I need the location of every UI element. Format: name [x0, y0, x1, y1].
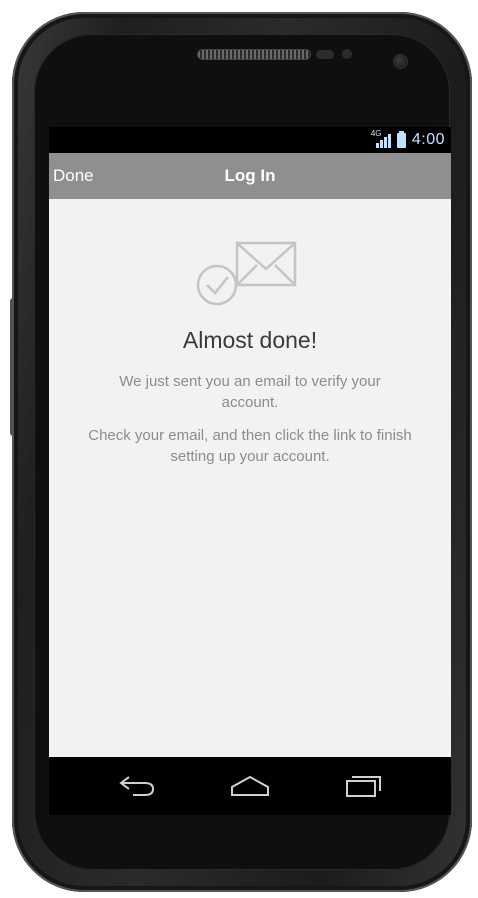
app-screen: 4G 4:00 Log In Done Almost done! We just… [49, 127, 451, 757]
home-button[interactable] [228, 769, 272, 803]
device-frame: 4G 4:00 Log In Done Almost done! We just… [0, 0, 478, 898]
confirmation-heading: Almost done! [182, 327, 318, 353]
light-sensor [342, 49, 352, 59]
front-camera [394, 55, 407, 68]
status-time: 4:00 [411, 131, 445, 148]
status-bar: 4G 4:00 [49, 127, 451, 153]
battery-icon [396, 130, 406, 148]
back-button[interactable] [115, 769, 159, 803]
status-indicators: 4G 4:00 [371, 129, 445, 150]
title-bar: Log In Done [49, 153, 451, 199]
mail-check-icon [196, 241, 297, 306]
back-icon [119, 776, 155, 796]
signal-icon: 4G [371, 129, 391, 150]
email-sent-message: We just sent you an email to verify your… [119, 373, 381, 411]
check-email-message: Check your email, and then click the lin… [88, 427, 412, 465]
navigation-bar [49, 757, 451, 815]
recents-button[interactable] [341, 769, 385, 803]
proximity-sensor [316, 50, 334, 59]
recents-icon [346, 776, 381, 797]
home-icon [231, 775, 269, 796]
done-button[interactable]: Done [53, 153, 94, 199]
earpiece-speaker [198, 50, 310, 59]
page-title: Log In [224, 166, 276, 185]
